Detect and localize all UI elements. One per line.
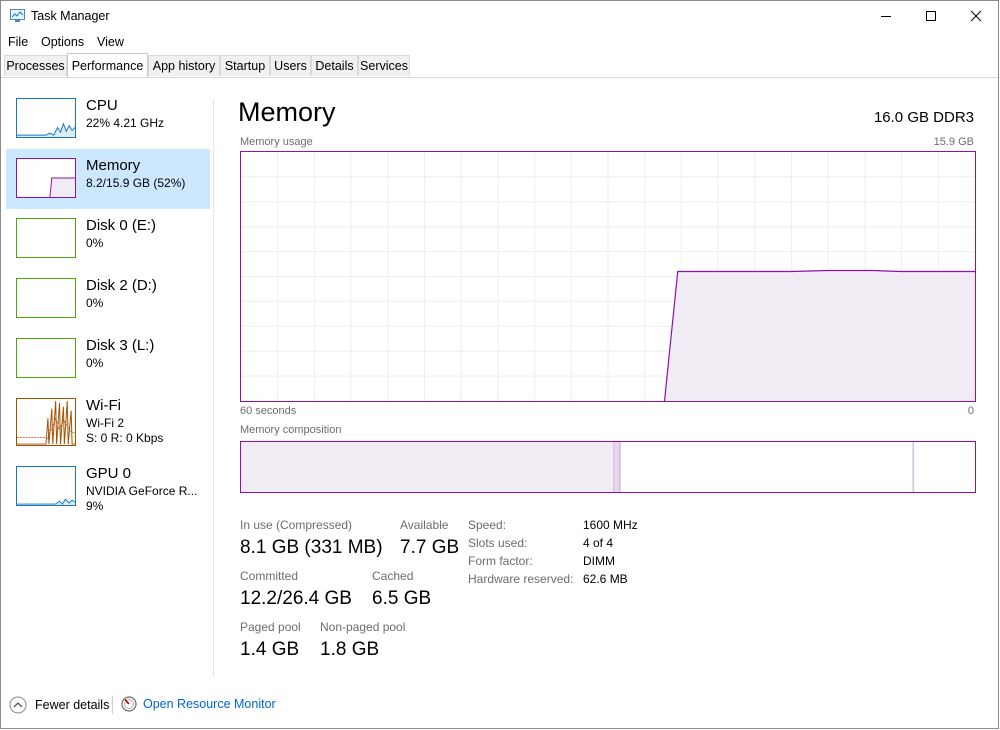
sidebar-item-gpu-0[interactable]: GPU 0 NVIDIA GeForce R... 9% bbox=[6, 457, 210, 517]
sidebar-cpu-usage: 22% 4.21 GHz bbox=[86, 116, 165, 130]
maximize-icon bbox=[926, 11, 936, 21]
minimize-icon bbox=[881, 16, 891, 17]
memory-usage-max: 15.9 GB bbox=[933, 136, 974, 148]
sidebar-disk-2-usage: 0% bbox=[86, 296, 104, 310]
sidebar-item-memory[interactable]: Memory 8.2/15.9 GB (52%) bbox=[6, 149, 210, 209]
page-title: Memory bbox=[238, 97, 336, 127]
sidebar-disk-3-name: Disk 3 (L:) bbox=[86, 337, 155, 354]
wifi-thumbnail-graph bbox=[16, 398, 76, 446]
fewer-details-button[interactable]: Fewer details bbox=[9, 696, 109, 714]
available-value: 7.7 GB bbox=[400, 537, 460, 558]
sidebar-memory-usage: 8.2/15.9 GB (52%) bbox=[86, 176, 186, 190]
non-paged-pool-value: 1.8 GB bbox=[320, 639, 380, 660]
sidebar-gpu-name: GPU 0 bbox=[86, 465, 132, 482]
committed-value: 12.2/26.4 GB bbox=[240, 588, 352, 609]
speed-label: Speed: bbox=[468, 518, 507, 532]
sidebar-disk-3-usage: 0% bbox=[86, 356, 104, 370]
sidebar-wifi-name: Wi-Fi bbox=[86, 397, 121, 414]
graph-time-right: 0 bbox=[967, 405, 974, 417]
sidebar-disk-0-usage: 0% bbox=[86, 236, 104, 250]
cached-label: Cached bbox=[372, 569, 414, 583]
memory-capacity: 16.0 GB DDR3 bbox=[873, 109, 974, 126]
sidebar-item-disk-3[interactable]: Disk 3 (L:) 0% bbox=[6, 329, 210, 389]
tab-services[interactable]: Services bbox=[358, 55, 410, 76]
resource-monitor-icon bbox=[121, 696, 137, 712]
memory-composition-label: Memory composition bbox=[240, 424, 342, 436]
speed-value: 1600 MHz bbox=[583, 518, 638, 532]
sidebar-divider[interactable] bbox=[213, 99, 214, 677]
maximize-button[interactable] bbox=[908, 1, 954, 31]
sidebar-item-cpu[interactable]: CPU 22% 4.21 GHz bbox=[6, 89, 210, 149]
sidebar-gpu-usage: 9% bbox=[86, 499, 104, 513]
sidebar-memory-name: Memory bbox=[86, 157, 141, 174]
non-paged-pool-label: Non-paged pool bbox=[320, 620, 406, 634]
footer-divider bbox=[112, 696, 113, 714]
memory-composition-bar bbox=[240, 441, 976, 493]
sidebar-item-disk-2[interactable]: Disk 2 (D:) 0% bbox=[6, 269, 210, 329]
open-resource-monitor-link[interactable]: Open Resource Monitor bbox=[121, 696, 276, 712]
menu-view[interactable]: View bbox=[97, 35, 124, 49]
sidebar-cpu-name: CPU bbox=[86, 97, 118, 114]
sidebar-wifi-adapter: Wi-Fi 2 bbox=[86, 416, 124, 430]
form-factor-label: Form factor: bbox=[468, 554, 533, 568]
menu-file[interactable]: File bbox=[8, 35, 28, 49]
graph-time-left: 60 seconds bbox=[240, 405, 297, 417]
minimize-button[interactable] bbox=[863, 1, 909, 31]
close-button[interactable] bbox=[953, 1, 999, 31]
tab-startup[interactable]: Startup bbox=[220, 55, 270, 76]
sidebar-disk-2-name: Disk 2 (D:) bbox=[86, 277, 157, 294]
title-bar[interactable]: Task Manager bbox=[1, 1, 998, 31]
task-manager-icon bbox=[10, 9, 25, 22]
sidebar-item-wifi[interactable]: Wi-Fi Wi-Fi 2 S: 0 R: 0 Kbps bbox=[6, 389, 210, 457]
tab-strip: Processes Performance App history Startu… bbox=[1, 53, 998, 78]
cpu-thumbnail-graph bbox=[16, 98, 76, 138]
paged-pool-value: 1.4 GB bbox=[240, 639, 300, 660]
hardware-reserved-value: 62.6 MB bbox=[583, 572, 628, 586]
in-use-value: 8.1 GB (331 MB) bbox=[240, 537, 383, 558]
available-label: Available bbox=[400, 518, 449, 532]
tab-processes[interactable]: Processes bbox=[4, 55, 67, 76]
fewer-details-label: Fewer details bbox=[35, 698, 110, 712]
chevron-up-circle-icon bbox=[9, 696, 27, 714]
sidebar-item-disk-0[interactable]: Disk 0 (E:) 0% bbox=[6, 209, 210, 269]
tab-details[interactable]: Details bbox=[311, 55, 358, 76]
memory-usage-area bbox=[664, 271, 975, 401]
hardware-reserved-label: Hardware reserved: bbox=[468, 572, 574, 586]
memory-thumbnail-graph bbox=[16, 158, 76, 198]
memory-usage-label: Memory usage bbox=[240, 136, 313, 148]
committed-label: Committed bbox=[240, 569, 299, 583]
tab-app-history[interactable]: App history bbox=[148, 55, 220, 76]
cached-value: 6.5 GB bbox=[372, 588, 432, 609]
tab-users[interactable]: Users bbox=[270, 55, 311, 76]
slots-used-label: Slots used: bbox=[468, 536, 528, 550]
disk-2-thumbnail-graph bbox=[16, 278, 76, 318]
in-use-label: In use (Compressed) bbox=[240, 518, 353, 532]
sidebar-disk-0-name: Disk 0 (E:) bbox=[86, 217, 157, 234]
slots-used-value: 4 of 4 bbox=[583, 536, 614, 550]
close-icon bbox=[970, 10, 982, 22]
window-title: Task Manager bbox=[31, 9, 110, 23]
paged-pool-label: Paged pool bbox=[240, 620, 301, 634]
footer-bar: Fewer details Open Resource Monitor bbox=[1, 691, 998, 721]
gpu-thumbnail-graph bbox=[16, 466, 76, 506]
disk-3-thumbnail-graph bbox=[16, 338, 76, 378]
form-factor-value: DIMM bbox=[583, 554, 615, 568]
memory-usage-graph bbox=[240, 151, 976, 402]
menu-options[interactable]: Options bbox=[41, 35, 84, 49]
tab-performance[interactable]: Performance bbox=[67, 53, 148, 77]
menu-bar: File Options View bbox=[1, 32, 998, 52]
task-manager-window: Task Manager File Options View Processes… bbox=[0, 0, 999, 729]
sidebar-gpu-model: NVIDIA GeForce R... bbox=[86, 484, 198, 498]
open-resource-monitor-label: Open Resource Monitor bbox=[143, 697, 276, 711]
sidebar-wifi-throughput: S: 0 R: 0 Kbps bbox=[86, 431, 164, 445]
disk-0-thumbnail-graph bbox=[16, 218, 76, 258]
